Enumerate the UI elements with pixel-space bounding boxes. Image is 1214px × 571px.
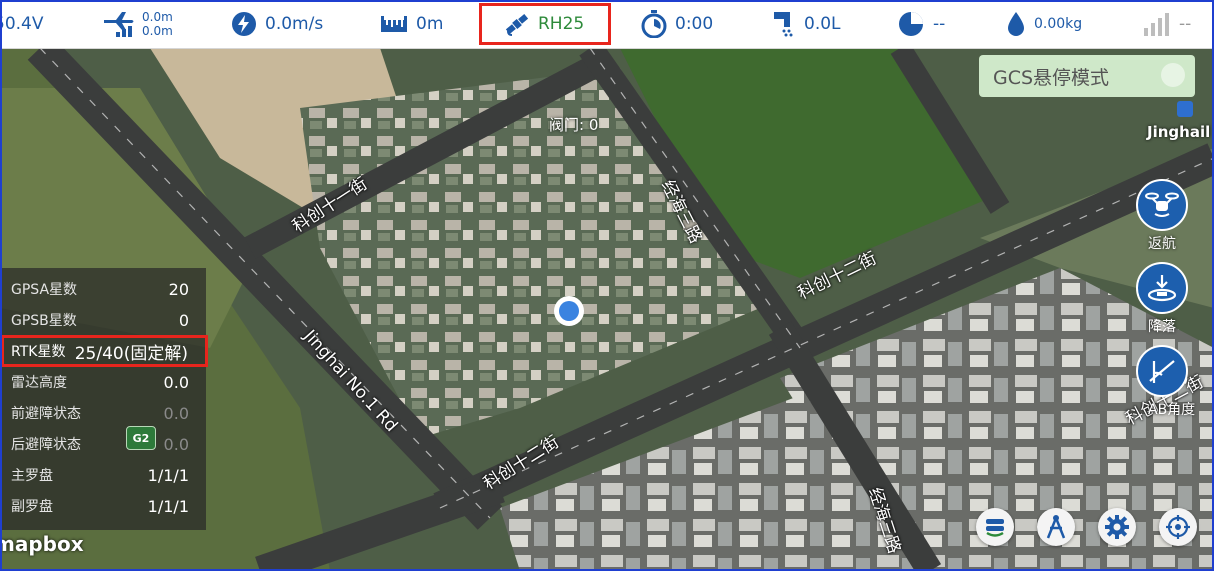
timer-value: 0:00 <box>675 14 714 34</box>
poi-label-jinghai: Jinghail <box>1147 123 1211 141</box>
rear-obstacle-label: 后避障状态 <box>11 437 81 453</box>
weight-item: 0.00kg <box>1006 0 1082 48</box>
landing-icon <box>1147 275 1177 302</box>
main-compass-value: 1/1/1 <box>147 465 189 485</box>
battery-voltage-item: 50.4V <box>0 0 43 48</box>
signal-item: -- <box>1143 0 1191 48</box>
settings-button[interactable] <box>1098 508 1136 546</box>
gpsb-label: GPSB星数 <box>11 313 77 329</box>
rtk-highlight-box <box>479 3 611 45</box>
speed-item: 0.0m/s <box>231 0 323 48</box>
front-obstacle-value: 0.0 <box>163 403 189 423</box>
stopwatch-icon <box>641 10 667 38</box>
water-drop-icon <box>1008 12 1024 36</box>
gpsa-value: 20 <box>168 279 189 299</box>
rear-obstacle-value: 0.0 <box>163 434 189 454</box>
status-bar: 50.4V 0.0m 0.0m 0.0m/s 0m <box>0 0 1214 49</box>
telemetry-row-rear-obstacle: 后避障状态 0.0 <box>0 429 206 459</box>
mapbox-logo: mapbox <box>0 532 84 556</box>
distance-item: 0m <box>380 0 443 48</box>
pie-chart-icon <box>899 12 923 36</box>
spray-volume-value: 0.0L <box>804 14 841 34</box>
radar-height-value: 0.0 <box>163 372 189 392</box>
toggle-handle <box>1161 63 1185 87</box>
ruler-icon <box>381 16 407 32</box>
radar-height-label: 雷达高度 <box>11 375 67 391</box>
telemetry-row-gpsa: GPSA星数 20 <box>0 274 206 304</box>
gpsb-value: 0 <box>178 310 189 330</box>
sub-compass-label: 副罗盘 <box>11 499 53 515</box>
lightning-speed-icon <box>232 12 256 36</box>
front-obstacle-label: 前避障状态 <box>11 406 81 422</box>
spray-item: 0.0L <box>772 0 841 48</box>
altitude-item: 0.0m 0.0m <box>102 0 173 48</box>
gpsa-label: GPSA星数 <box>11 282 78 298</box>
telemetry-row-front-obstacle: 前避障状态 0.0 <box>0 398 206 428</box>
land-button[interactable] <box>1136 262 1188 314</box>
telemetry-row-main-compass: 主罗盘 1/1/1 <box>0 460 206 490</box>
compass-tool-icon <box>1046 515 1066 539</box>
layers-button[interactable] <box>976 508 1014 546</box>
rtk-row-highlight-box <box>1 335 208 367</box>
speed-value: 0.0m/s <box>265 14 324 34</box>
metro-station-icon <box>1177 101 1193 117</box>
return-home-button[interactable] <box>1136 179 1188 231</box>
timer-item: 0:00 <box>641 0 713 48</box>
route-tools-button[interactable] <box>1037 508 1075 546</box>
ab-angle-label: AB角度 <box>1148 402 1196 418</box>
spray-nozzle-icon <box>774 12 793 37</box>
progress-item: -- <box>897 0 945 48</box>
weight-value: 0.00kg <box>1034 16 1083 32</box>
return-home-label: 返航 <box>1148 236 1176 252</box>
layers-icon <box>986 519 1004 537</box>
plane-altitude-icon <box>104 12 134 37</box>
signal-value: -- <box>1179 14 1192 34</box>
valve-label: 阀门: 0 <box>549 116 599 134</box>
telemetry-row-sub-compass: 副罗盘 1/1/1 <box>0 491 206 521</box>
drone-icon <box>1145 192 1179 217</box>
distance-value: 0m <box>416 14 444 34</box>
battery-voltage: 50.4V <box>0 14 44 34</box>
sub-compass-value: 1/1/1 <box>147 496 189 516</box>
angle-icon <box>1149 360 1175 383</box>
signal-bars-icon <box>1144 13 1169 36</box>
altitude-value-2: 0.0m <box>142 24 173 38</box>
gear-icon <box>1105 515 1129 539</box>
land-label: 降落 <box>1148 319 1176 335</box>
g2-badge: G2 <box>126 426 156 450</box>
drone-location-marker <box>554 296 584 326</box>
ab-angle-button[interactable] <box>1136 345 1188 397</box>
telemetry-row-gpsb: GPSB星数 0 <box>0 305 206 335</box>
telemetry-row-radar: 雷达高度 0.0 <box>0 367 206 397</box>
flight-mode-toggle[interactable]: GCS悬停模式 <box>979 55 1195 97</box>
flight-mode-label: GCS悬停模式 <box>993 66 1110 89</box>
progress-value: -- <box>933 14 946 34</box>
main-compass-label: 主罗盘 <box>11 468 53 484</box>
locate-button[interactable] <box>1159 508 1197 546</box>
altitude-value-1: 0.0m <box>142 10 173 24</box>
telemetry-panel: GPSA星数 20 GPSB星数 0 RTK星数 25/40(固定解) 雷达高度… <box>0 268 206 530</box>
crosshair-icon <box>1166 515 1190 539</box>
